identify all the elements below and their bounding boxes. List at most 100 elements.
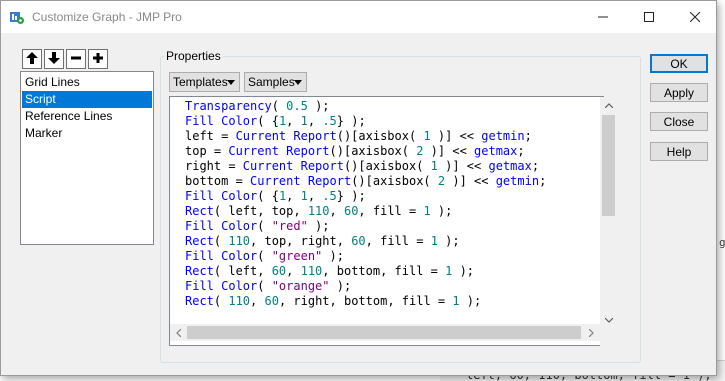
- script-token: .5: [322, 114, 337, 128]
- script-token: 60: [264, 294, 279, 308]
- arrow-up-icon: [26, 51, 38, 67]
- vertical-scroll-thumb[interactable]: [602, 115, 615, 216]
- list-toolbar: [22, 49, 108, 69]
- script-editor[interactable]: Transparency( 0.5 ); Fill Color( {1, 1, .…: [169, 96, 604, 346]
- script-token: (: [257, 279, 272, 293]
- script-line[interactable]: Rect( left, top, 110, 60, fill = 1 );: [185, 204, 546, 219]
- script-token: Current Report: [242, 159, 344, 173]
- move-up-button[interactable]: [22, 49, 42, 69]
- remove-button[interactable]: [66, 49, 86, 69]
- list-item-reference-lines[interactable]: Reference Lines: [22, 108, 152, 125]
- dropdown-arrow-icon: [294, 80, 302, 85]
- script-token: getmax: [488, 159, 532, 173]
- title-bar[interactable]: Customize Graph - JMP Pro: [1, 1, 716, 33]
- ok-button[interactable]: OK: [650, 54, 708, 73]
- list-item-grid-lines[interactable]: Grid Lines: [22, 74, 152, 91]
- script-token: ;: [531, 159, 540, 173]
- script-line[interactable]: Fill Color( {1, 1, .5} );: [185, 114, 546, 129]
- script-line[interactable]: Fill Color( "orange" );: [185, 279, 546, 294]
- script-line[interactable]: Rect( 110, 60, right, bottom, fill = 1 )…: [185, 294, 546, 309]
- script-token: 1: [430, 159, 438, 173]
- script-token: getmin: [495, 174, 540, 188]
- script-token: ()[axisbox(: [351, 174, 438, 188]
- script-line[interactable]: Fill Color( "green" );: [185, 249, 546, 264]
- script-line[interactable]: Transparency( 0.5 );: [185, 99, 546, 114]
- scroll-left-arrow-icon[interactable]: [170, 324, 187, 341]
- script-token: Fill Color: [185, 189, 258, 203]
- templates-dropdown[interactable]: Templates: [169, 72, 240, 92]
- samples-dropdown[interactable]: Samples: [244, 72, 307, 92]
- close-button[interactable]: Close: [650, 112, 708, 131]
- scroll-down-arrow-icon[interactable]: [600, 312, 617, 329]
- script-token: (: [257, 249, 272, 263]
- script-token: );: [307, 99, 330, 113]
- close-window-button[interactable]: [672, 1, 718, 33]
- script-token: (: [213, 234, 229, 248]
- script-line[interactable]: left = Current Report()[axisbox( 1 )] <<…: [185, 129, 546, 144]
- script-token: , right, bottom, fill =: [278, 294, 453, 308]
- script-token: , top, right,: [250, 234, 352, 248]
- script-line[interactable]: Fill Color( "red" );: [185, 219, 546, 234]
- script-code[interactable]: Transparency( 0.5 ); Fill Color( {1, 1, .…: [185, 99, 546, 309]
- templates-label: Templates: [173, 75, 228, 89]
- script-token: 1: [430, 234, 438, 248]
- script-token: left =: [185, 129, 236, 143]
- script-token: "red": [271, 219, 308, 233]
- script-line[interactable]: bottom = Current Report()[axisbox( 2 )] …: [185, 174, 546, 189]
- script-token: Current Report: [250, 174, 352, 188]
- script-token: ()[axisbox(: [343, 159, 431, 173]
- apply-button[interactable]: Apply: [650, 83, 708, 102]
- script-token: )] <<: [437, 159, 489, 173]
- move-down-button[interactable]: [44, 49, 64, 69]
- horizontal-scrollbar[interactable]: [170, 324, 600, 341]
- script-token: );: [452, 264, 475, 278]
- properties-label: Properties: [164, 49, 223, 63]
- list-item-script[interactable]: Script: [22, 91, 152, 108]
- script-token: 110: [307, 204, 330, 218]
- script-line[interactable]: right = Current Report()[axisbox( 1 )] <…: [185, 159, 546, 174]
- script-line[interactable]: Fill Color( {1, 1, .5} );: [185, 189, 546, 204]
- script-token: Rect: [185, 264, 214, 278]
- script-line[interactable]: Rect( 110, top, right, 60, fill = 1 );: [185, 234, 546, 249]
- scroll-right-arrow-icon[interactable]: [583, 324, 600, 341]
- script-token: ,: [286, 264, 301, 278]
- script-token: Fill Color: [185, 249, 258, 263]
- script-line[interactable]: top = Current Report()[axisbox( 2 )] << …: [185, 144, 546, 159]
- script-token: 60: [351, 234, 366, 248]
- dropdown-arrow-icon: [227, 80, 235, 85]
- arrow-down-icon: [48, 51, 60, 67]
- jmp-app-icon: [9, 9, 25, 25]
- add-button[interactable]: [88, 49, 108, 69]
- script-token: ,: [250, 294, 265, 308]
- script-token: 110: [300, 264, 323, 278]
- script-token: )] <<: [445, 174, 496, 188]
- script-token: );: [329, 279, 352, 293]
- script-token: 110: [228, 294, 251, 308]
- script-token: );: [459, 294, 482, 308]
- script-line[interactable]: Rect( left, 60, 110, bottom, fill = 1 );: [185, 264, 546, 279]
- script-token: Fill Color: [185, 219, 258, 233]
- window-title: Customize Graph - JMP Pro: [32, 10, 182, 24]
- script-token: "orange": [271, 279, 330, 293]
- help-button[interactable]: Help: [650, 142, 708, 161]
- script-token: ,: [307, 189, 323, 203]
- script-token: } );: [336, 189, 366, 203]
- samples-label: Samples: [248, 75, 295, 89]
- script-token: right =: [185, 159, 243, 173]
- minimize-button[interactable]: [580, 1, 626, 33]
- horizontal-scroll-thumb[interactable]: [187, 326, 581, 339]
- maximize-button[interactable]: [626, 1, 672, 33]
- script-token: Current Report: [228, 144, 330, 158]
- scrollbar-corner: [600, 329, 617, 346]
- script-token: ,: [329, 204, 344, 218]
- scroll-up-arrow-icon[interactable]: [600, 97, 617, 114]
- script-token: top =: [185, 144, 229, 158]
- script-token: 1: [423, 204, 431, 218]
- script-token: (: [213, 294, 229, 308]
- list-item-marker[interactable]: Marker: [22, 125, 152, 142]
- script-token: ( left, top,: [213, 204, 308, 218]
- script-token: Rect: [185, 234, 214, 248]
- script-token: 1: [423, 129, 431, 143]
- graph-elements-list[interactable]: Grid Lines Script Reference Lines Marker: [20, 71, 154, 245]
- vertical-scrollbar[interactable]: [600, 97, 617, 329]
